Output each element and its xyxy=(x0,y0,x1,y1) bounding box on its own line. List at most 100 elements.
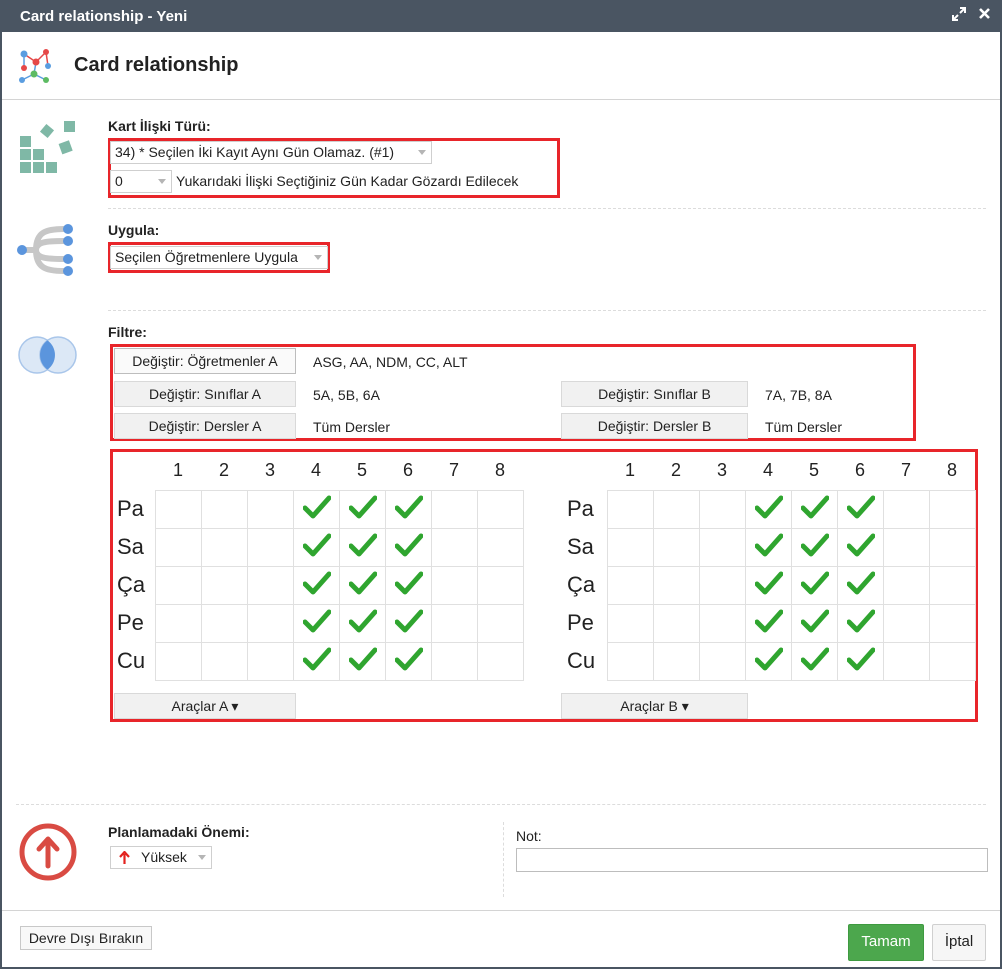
day-header-b[interactable]: Pe xyxy=(567,610,594,636)
schedule-cell[interactable] xyxy=(431,528,478,567)
relation-type-select[interactable]: 34) * Seçilen İki Kayıt Aynı Gün Olamaz.… xyxy=(110,141,432,164)
tools-a-button[interactable]: Araçlar A ▾ xyxy=(114,693,296,719)
schedule-cell[interactable] xyxy=(201,490,248,529)
ignore-days-select[interactable]: 0 xyxy=(110,170,172,193)
period-header-a[interactable]: 4 xyxy=(293,460,339,481)
schedule-cell[interactable] xyxy=(745,490,792,529)
apply-select[interactable]: Seçilen Öğretmenlere Uygula xyxy=(110,246,328,269)
schedule-cell[interactable] xyxy=(653,490,700,529)
period-header-a[interactable]: 2 xyxy=(201,460,247,481)
schedule-cell[interactable] xyxy=(699,566,746,605)
period-header-a[interactable]: 8 xyxy=(477,460,523,481)
schedule-cell[interactable] xyxy=(791,528,838,567)
day-header-a[interactable]: Cu xyxy=(117,648,145,674)
day-header-a[interactable]: Pe xyxy=(117,610,144,636)
change-classes-a-button[interactable]: Değiştir: Sınıflar A xyxy=(114,381,296,407)
day-header-b[interactable]: Pa xyxy=(567,496,594,522)
schedule-cell[interactable] xyxy=(339,642,386,681)
schedule-cell[interactable] xyxy=(653,642,700,681)
schedule-cell[interactable] xyxy=(791,566,838,605)
schedule-cell[interactable] xyxy=(699,528,746,567)
note-input[interactable] xyxy=(516,848,988,872)
schedule-cell[interactable] xyxy=(247,566,294,605)
day-header-b[interactable]: Sa xyxy=(567,534,594,560)
schedule-cell[interactable] xyxy=(607,566,654,605)
schedule-cell[interactable] xyxy=(929,490,976,529)
period-header-a[interactable]: 6 xyxy=(385,460,431,481)
schedule-cell[interactable] xyxy=(883,490,930,529)
day-header-b[interactable]: Cu xyxy=(567,648,595,674)
schedule-cell[interactable] xyxy=(745,642,792,681)
period-header-a[interactable]: 7 xyxy=(431,460,477,481)
schedule-cell[interactable] xyxy=(385,642,432,681)
schedule-cell[interactable] xyxy=(929,528,976,567)
schedule-cell[interactable] xyxy=(883,528,930,567)
schedule-cell[interactable] xyxy=(837,642,884,681)
schedule-cell[interactable] xyxy=(247,490,294,529)
period-header-b[interactable]: 3 xyxy=(699,460,745,481)
schedule-cell[interactable] xyxy=(883,604,930,643)
cancel-button[interactable]: İptal xyxy=(932,924,986,961)
period-header-b[interactable]: 6 xyxy=(837,460,883,481)
schedule-cell[interactable] xyxy=(431,642,478,681)
schedule-cell[interactable] xyxy=(699,490,746,529)
schedule-cell[interactable] xyxy=(339,490,386,529)
schedule-cell[interactable] xyxy=(431,490,478,529)
schedule-cell[interactable] xyxy=(339,528,386,567)
period-header-b[interactable]: 8 xyxy=(929,460,975,481)
schedule-cell[interactable] xyxy=(791,642,838,681)
schedule-cell[interactable] xyxy=(293,490,340,529)
change-teachers-a-button[interactable]: Değiştir: Öğretmenler A xyxy=(114,348,296,374)
change-classes-b-button[interactable]: Değiştir: Sınıflar B xyxy=(561,381,748,407)
schedule-cell[interactable] xyxy=(653,604,700,643)
period-header-b[interactable]: 2 xyxy=(653,460,699,481)
maximize-icon[interactable] xyxy=(952,7,966,26)
schedule-cell[interactable] xyxy=(293,642,340,681)
schedule-cell[interactable] xyxy=(477,642,524,681)
schedule-cell[interactable] xyxy=(385,528,432,567)
schedule-cell[interactable] xyxy=(929,604,976,643)
schedule-cell[interactable] xyxy=(247,528,294,567)
schedule-cell[interactable] xyxy=(155,566,202,605)
schedule-cell[interactable] xyxy=(791,604,838,643)
schedule-cell[interactable] xyxy=(201,604,248,643)
tools-b-button[interactable]: Araçlar B ▾ xyxy=(561,693,748,719)
schedule-cell[interactable] xyxy=(477,604,524,643)
schedule-cell[interactable] xyxy=(883,642,930,681)
schedule-cell[interactable] xyxy=(653,566,700,605)
ok-button[interactable]: Tamam xyxy=(848,924,924,961)
period-header-a[interactable]: 3 xyxy=(247,460,293,481)
schedule-cell[interactable] xyxy=(837,528,884,567)
schedule-cell[interactable] xyxy=(339,566,386,605)
schedule-cell[interactable] xyxy=(155,604,202,643)
change-lessons-a-button[interactable]: Değiştir: Dersler A xyxy=(114,413,296,439)
importance-select[interactable]: Yüksek xyxy=(110,846,212,869)
schedule-cell[interactable] xyxy=(837,566,884,605)
schedule-cell[interactable] xyxy=(247,642,294,681)
close-icon[interactable] xyxy=(978,7,991,25)
day-header-a[interactable]: Sa xyxy=(117,534,144,560)
schedule-cell[interactable] xyxy=(431,604,478,643)
schedule-cell[interactable] xyxy=(155,528,202,567)
day-header-b[interactable]: Ça xyxy=(567,572,595,598)
schedule-cell[interactable] xyxy=(293,566,340,605)
schedule-cell[interactable] xyxy=(431,566,478,605)
schedule-cell[interactable] xyxy=(745,604,792,643)
schedule-cell[interactable] xyxy=(155,490,202,529)
title-bar[interactable]: Card relationship - Yeni xyxy=(2,2,1000,32)
schedule-cell[interactable] xyxy=(883,566,930,605)
schedule-cell[interactable] xyxy=(699,604,746,643)
period-header-a[interactable]: 5 xyxy=(339,460,385,481)
day-header-a[interactable]: Pa xyxy=(117,496,144,522)
schedule-cell[interactable] xyxy=(929,566,976,605)
schedule-cell[interactable] xyxy=(745,528,792,567)
schedule-cell[interactable] xyxy=(247,604,294,643)
schedule-cell[interactable] xyxy=(385,604,432,643)
period-header-a[interactable]: 1 xyxy=(155,460,201,481)
change-lessons-b-button[interactable]: Değiştir: Dersler B xyxy=(561,413,748,439)
schedule-cell[interactable] xyxy=(293,528,340,567)
schedule-cell[interactable] xyxy=(837,604,884,643)
schedule-cell[interactable] xyxy=(477,566,524,605)
schedule-cell[interactable] xyxy=(155,642,202,681)
schedule-cell[interactable] xyxy=(385,566,432,605)
